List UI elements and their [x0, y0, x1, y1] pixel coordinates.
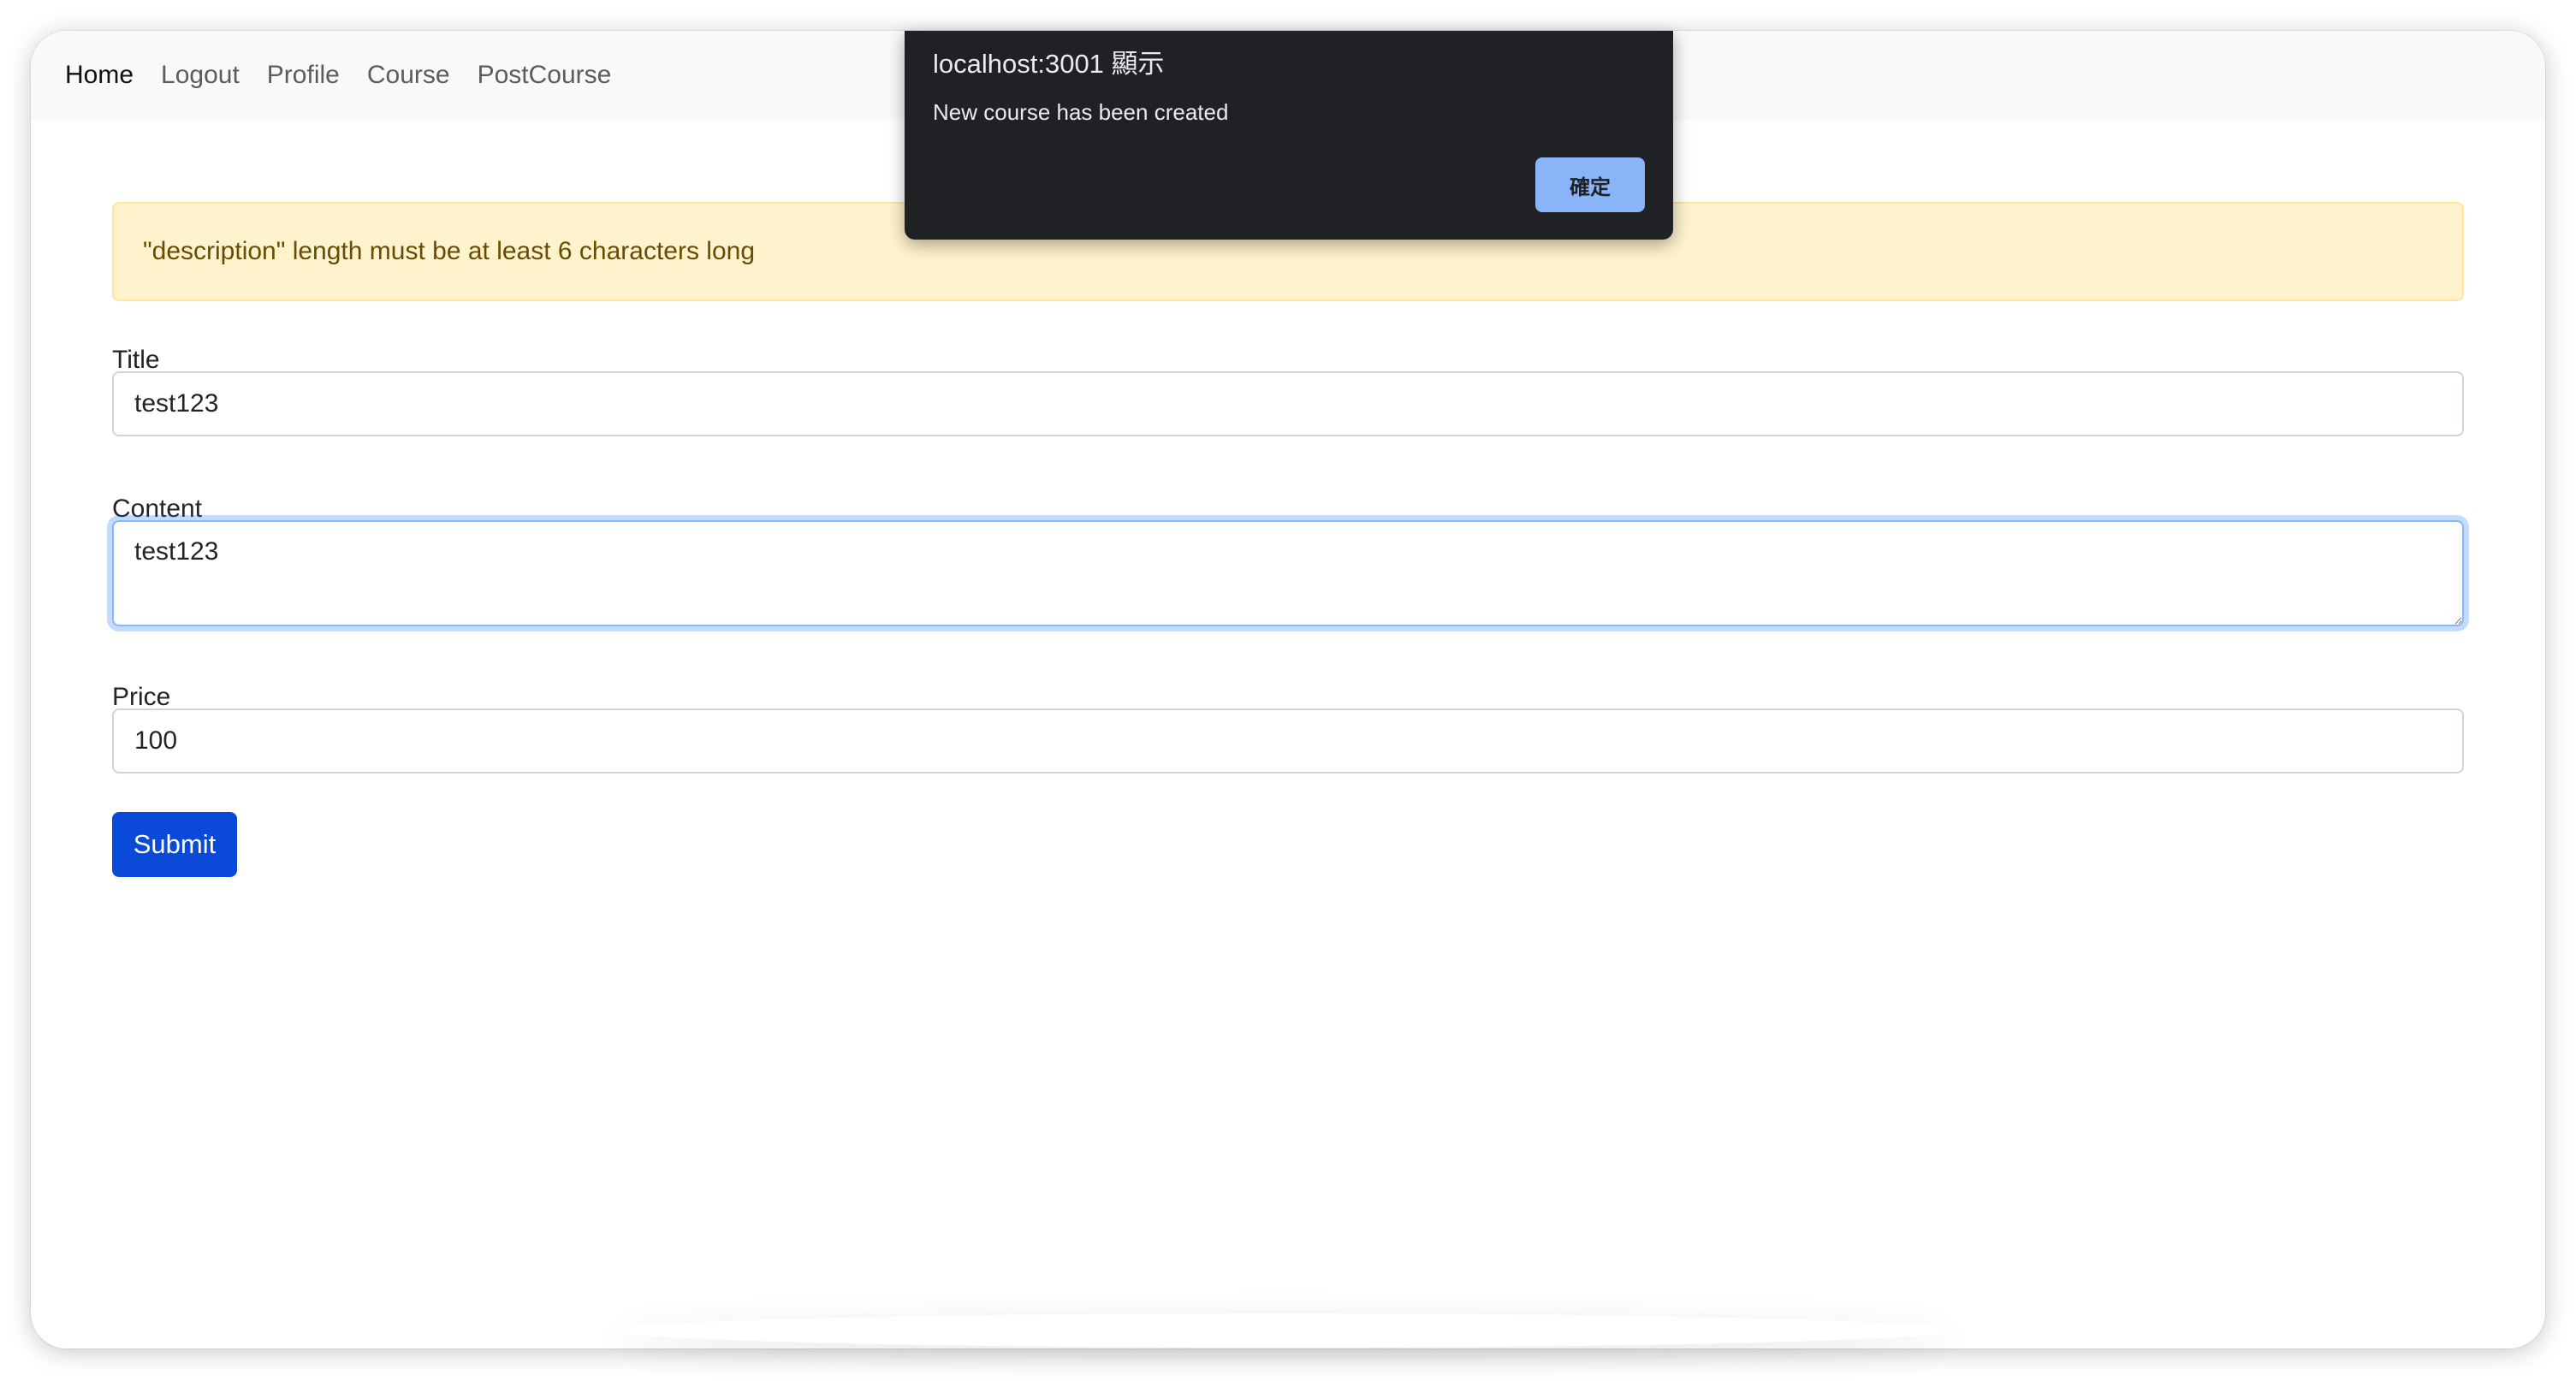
submit-button[interactable]: Submit: [112, 812, 237, 877]
alert-dialog: localhost:3001 顯示 New course has been cr…: [905, 31, 1673, 240]
nav-link-postcourse[interactable]: PostCourse: [478, 62, 612, 88]
alert-message: "description" length must be at least 6 …: [143, 237, 756, 265]
nav-link-course[interactable]: Course: [367, 62, 450, 88]
nav-link-profile[interactable]: Profile: [267, 62, 340, 88]
content-label: Content: [112, 495, 203, 523]
nav-link-home[interactable]: Home: [65, 62, 134, 88]
dialog-ok-button[interactable]: 確定: [1535, 157, 1645, 212]
content-textarea[interactable]: test123: [112, 520, 2464, 626]
dialog-title: localhost:3001 顯示: [933, 49, 1165, 79]
title-input[interactable]: [112, 371, 2464, 436]
dialog-message: New course has been created: [933, 99, 1229, 125]
price-input[interactable]: [112, 708, 2464, 773]
nav-link-logout[interactable]: Logout: [161, 62, 240, 88]
price-label: Price: [112, 683, 171, 711]
title-label: Title: [112, 346, 160, 374]
